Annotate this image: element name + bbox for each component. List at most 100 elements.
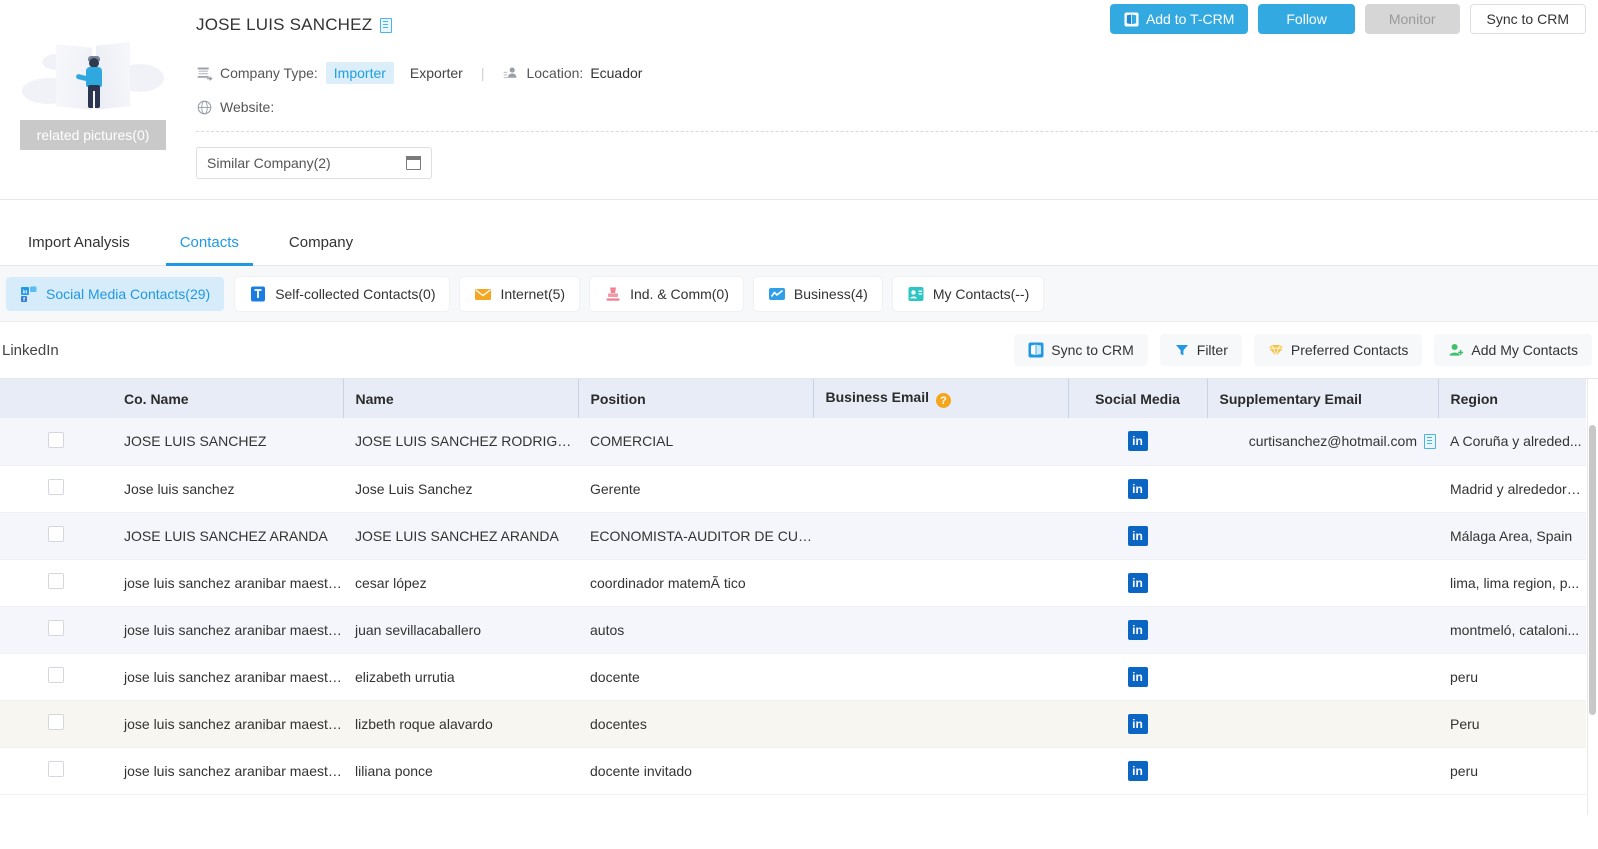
tab-contacts[interactable]: Contacts (165, 234, 254, 266)
stamp-icon (606, 287, 620, 301)
contact-source-label: LinkedIn (2, 341, 59, 359)
cell-region: Madrid y alrededore... (1438, 465, 1586, 513)
cell-supplementary-email: curtisanchez@hotmail.com (1207, 418, 1438, 466)
cell-supplementary-email (1207, 653, 1438, 701)
table-vertical-scrollbar[interactable] (1589, 425, 1596, 715)
chip-ind-comm[interactable]: Ind. & Comm(0) (590, 276, 743, 311)
cell-region: montmeló, cataloni... (1438, 606, 1586, 654)
filter-button[interactable]: Filter (1159, 334, 1242, 366)
sync-to-crm-button[interactable]: Sync to CRM (1469, 4, 1586, 34)
calendar-icon (405, 155, 421, 170)
filter-label: Filter (1196, 342, 1228, 358)
chip-social-media-contacts[interactable]: in f Social Media Contacts(29) (6, 276, 225, 311)
chip-internet[interactable]: Internet(5) (460, 276, 580, 311)
table-row[interactable]: jose luis sanchez aranibar maestranza y.… (0, 747, 1586, 795)
website-label: Website: (220, 99, 275, 115)
linkedin-icon[interactable]: in (1127, 713, 1148, 734)
table-row[interactable]: JOSE LUIS SANCHEZ JOSE LUIS SANCHEZ RODR… (0, 418, 1586, 466)
cell-business-email (813, 747, 1068, 795)
cell-position: docente (578, 653, 813, 701)
cell-position: COMERCIAL (578, 418, 813, 466)
linkedin-icon[interactable]: in (1127, 478, 1148, 499)
cell-region: peru (1438, 653, 1586, 701)
cell-region: A Coruña y alreded... (1438, 418, 1586, 466)
contact-card-icon (908, 286, 924, 301)
row-checkbox[interactable] (48, 573, 64, 589)
monitor-button[interactable]: Monitor (1364, 4, 1460, 34)
cell-co-name: JOSE LUIS SANCHEZ ARANDA (112, 512, 343, 560)
crm-icon (1028, 342, 1044, 358)
row-checkbox[interactable] (48, 667, 64, 683)
row-checkbox[interactable] (48, 620, 64, 636)
company-type-exporter[interactable]: Exporter (410, 65, 463, 81)
supplementary-email-value: curtisanchez@hotmail.com (1248, 433, 1417, 450)
table-row[interactable]: JOSE LUIS SANCHEZ ARANDA JOSE LUIS SANCH… (0, 512, 1586, 560)
location-value: Ecuador (590, 65, 643, 81)
table-body: JOSE LUIS SANCHEZ JOSE LUIS SANCHEZ RODR… (0, 418, 1586, 795)
globe-icon (197, 100, 212, 114)
company-type-label: Company Type: (220, 65, 318, 81)
chip-self-collected-contacts-label: Self-collected Contacts(0) (275, 285, 436, 302)
column-name[interactable]: Name (342, 379, 578, 418)
cell-co-name: Jose luis sanchez (112, 465, 343, 513)
contacts-table-container: Co. Name Name Position Business Email? S… (0, 378, 1598, 815)
table-row[interactable]: jose luis sanchez aranibar maestranza y.… (0, 653, 1586, 701)
cell-name: Jose Luis Sanchez (343, 465, 578, 513)
sync-to-crm-list-button[interactable]: Sync to CRM (1014, 334, 1148, 366)
linkedin-icon[interactable]: in (1127, 572, 1148, 593)
column-position[interactable]: Position (577, 379, 813, 418)
funnel-icon (1175, 345, 1188, 356)
table-row[interactable]: jose luis sanchez aranibar maestranza y.… (0, 559, 1586, 607)
row-checkbox[interactable] (48, 479, 64, 495)
column-co-name[interactable]: Co. Name (112, 379, 343, 418)
row-checkbox[interactable] (48, 761, 64, 777)
cell-supplementary-email (1207, 559, 1438, 607)
header-actions: Add to T-CRM Follow Monitor Sync to CRM (1100, 4, 1586, 34)
add-my-contacts-button[interactable]: Add My Contacts (1434, 334, 1592, 366)
row-checkbox[interactable] (48, 431, 64, 448)
linkedin-icon[interactable]: in (1127, 431, 1148, 452)
linkedin-icon[interactable]: in (1127, 666, 1148, 687)
table-row[interactable]: jose luis sanchez aranibar maestranza y.… (0, 606, 1586, 654)
follow-label: Follow (1286, 11, 1327, 27)
chip-self-collected-contacts[interactable]: Self-collected Contacts(0) (235, 276, 450, 311)
add-to-tcrm-button[interactable]: Add to T-CRM (1109, 4, 1249, 34)
contact-source-chips: in f Social Media Contacts(29) Self-coll… (0, 266, 1598, 322)
chip-business[interactable]: Business(4) (753, 276, 882, 311)
copy-icon[interactable] (380, 17, 394, 33)
tab-import-analysis[interactable]: Import Analysis (28, 234, 130, 265)
row-checkbox[interactable] (48, 714, 64, 730)
column-social-media[interactable]: Social Media (1067, 379, 1207, 418)
help-icon[interactable]: ? (936, 393, 951, 409)
tab-company[interactable]: Company (289, 234, 353, 265)
preferred-contacts-button[interactable]: Preferred Contacts (1253, 334, 1423, 366)
chip-my-contacts[interactable]: My Contacts(--) (892, 276, 1044, 311)
cell-supplementary-email (1207, 700, 1438, 748)
linkedin-icon[interactable]: in (1127, 760, 1148, 781)
copy-icon[interactable] (1424, 433, 1438, 450)
cell-co-name: jose luis sanchez aranibar maestranza y.… (112, 606, 343, 654)
follow-button[interactable]: Follow (1258, 4, 1355, 34)
similar-company-select[interactable]: Similar Company(2) (196, 147, 432, 179)
cell-business-email (813, 700, 1068, 748)
column-supplementary-email[interactable]: Supplementary Email (1206, 379, 1438, 418)
row-checkbox[interactable] (48, 526, 64, 542)
crm-icon (1124, 11, 1139, 27)
location-person-icon (504, 67, 517, 78)
linkedin-icon[interactable]: in (1127, 619, 1148, 640)
column-business-email[interactable]: Business Email? (812, 379, 1068, 418)
chip-business-label: Business(4) (793, 285, 868, 302)
column-business-email-label: Business Email (825, 388, 930, 405)
column-region[interactable]: Region (1437, 379, 1586, 418)
cell-supplementary-email (1207, 465, 1438, 513)
cell-name: JOSE LUIS SANCHEZ ARANDA (343, 512, 578, 560)
company-type-row: Company Type: Importer Exporter | Locati… (196, 60, 1598, 86)
cell-co-name: jose luis sanchez aranibar maestranza y.… (112, 700, 343, 748)
table-row[interactable]: Jose luis sanchez Jose Luis Sanchez Gere… (0, 465, 1586, 513)
related-pictures-thumbnail[interactable]: related pictures(0) (20, 34, 166, 150)
company-type-importer[interactable]: Importer (325, 62, 394, 84)
cell-business-email (813, 512, 1068, 560)
import-export-icon (197, 67, 213, 81)
linkedin-icon[interactable]: in (1127, 525, 1148, 546)
table-row[interactable]: jose luis sanchez aranibar maestranza y.… (0, 700, 1586, 748)
